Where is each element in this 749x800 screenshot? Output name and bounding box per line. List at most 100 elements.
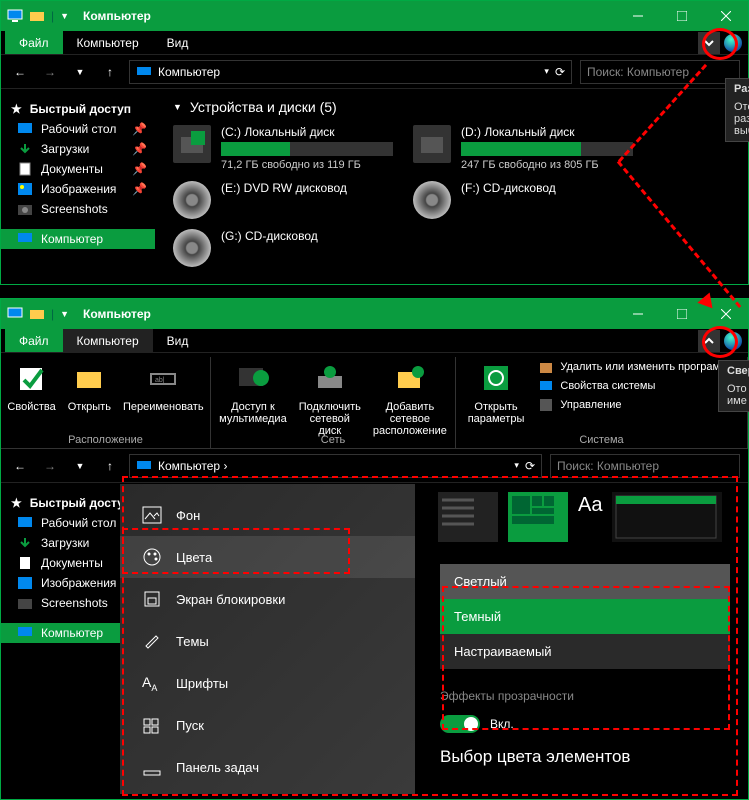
download-icon <box>17 536 33 550</box>
qat-dropdown-icon[interactable]: ▼ <box>60 11 69 21</box>
ribbon-open[interactable]: Открыть <box>64 357 115 446</box>
monitor-icon <box>17 626 33 640</box>
ribbon-uninstall[interactable]: Удалить или изменить программу <box>538 359 733 375</box>
menu-file[interactable]: Файл <box>5 31 63 54</box>
sidebar-downloads[interactable]: Загрузки📌 <box>1 139 155 159</box>
menubar: Файл Компьютер Вид <box>1 329 748 353</box>
ribbon-netdrive[interactable]: Подключить сетевой диск <box>295 357 365 446</box>
search-placeholder: Поиск: Компьютер <box>587 65 689 79</box>
breadcrumb[interactable]: Компьютер <box>158 65 220 79</box>
settings-fonts[interactable]: AAШрифты <box>120 662 415 705</box>
help-icon[interactable] <box>724 34 742 52</box>
sidebar-quick-access[interactable]: ★Быстрый доступ <box>1 99 155 119</box>
drive-d[interactable]: (D:) Локальный диск 247 ГБ свободно из 8… <box>413 125 633 171</box>
preview-window <box>612 492 722 542</box>
tool-icon <box>538 397 554 413</box>
checkmark-icon <box>13 359 51 397</box>
taskbar-icon <box>142 759 162 777</box>
close-button[interactable] <box>704 1 748 31</box>
settings-start[interactable]: Пуск <box>120 705 415 747</box>
breadcrumb[interactable]: Компьютер › <box>158 459 227 473</box>
ribbon-manage[interactable]: Управление <box>538 397 733 413</box>
settings-themes[interactable]: Темы <box>120 620 415 662</box>
address-field[interactable]: Компьютер ▾ ⟳ <box>129 60 572 84</box>
search-box[interactable]: Поиск: Компьютер <box>550 454 740 478</box>
chevron-down-icon[interactable]: ▾ <box>514 460 519 471</box>
color-preview-panel: Aa Светлый Темный Настраиваемый Эффекты … <box>430 484 740 794</box>
settings-background[interactable]: Фон <box>120 494 415 536</box>
color-mode-group: Светлый Темный Настраиваемый <box>440 564 730 669</box>
drive-e[interactable]: (E:) DVD RW дисковод <box>173 181 393 219</box>
drive-f[interactable]: (F:) CD-дисковод <box>413 181 633 219</box>
refresh-icon[interactable]: ⟳ <box>525 459 535 473</box>
settings-lockscreen[interactable]: Экран блокировки <box>120 578 415 620</box>
star-icon: ★ <box>11 102 22 116</box>
nav-history-dropdown[interactable]: ▼ <box>69 455 91 477</box>
titlebar[interactable]: | ▼ Компьютер <box>1 299 748 329</box>
ribbon-addnet[interactable]: Добавить сетевое расположение <box>369 357 451 446</box>
ribbon-open-settings[interactable]: Открыть параметры <box>464 357 529 446</box>
window-title: Компьютер <box>83 9 151 23</box>
desktop-icon <box>17 122 33 136</box>
drive-c[interactable]: (C:) Локальный диск 71,2 ГБ свободно из … <box>173 125 393 171</box>
help-icon[interactable] <box>724 332 742 350</box>
nav-forward-button[interactable]: → <box>39 455 61 477</box>
font-icon: AA <box>142 674 162 693</box>
search-box[interactable]: Поиск: Компьютер <box>580 60 740 84</box>
settings-colors[interactable]: Цвета <box>120 536 415 578</box>
menu-computer[interactable]: Компьютер <box>63 31 153 54</box>
transparency-toggle[interactable] <box>440 715 480 733</box>
ribbon-rename[interactable]: ab|Переименовать <box>119 357 208 446</box>
sidebar-computer[interactable]: Компьютер <box>1 229 155 249</box>
ribbon-media[interactable]: Доступ к мультимедиа <box>215 357 291 446</box>
color-option-dark[interactable]: Темный <box>440 599 730 634</box>
color-option-custom[interactable]: Настраиваемый <box>440 634 730 669</box>
sidebar-screenshots[interactable]: Screenshots <box>1 199 155 219</box>
chevron-down-icon: ▼ <box>173 102 182 112</box>
section-header[interactable]: ▼Устройства и диски (5) <box>173 99 730 115</box>
color-section-header: Выбор цвета элементов <box>430 739 740 771</box>
monitor-icon <box>136 65 152 79</box>
refresh-icon[interactable]: ⟳ <box>555 65 565 79</box>
titlebar[interactable]: | ▼ Компьютер <box>1 1 748 31</box>
camera-icon <box>17 596 33 610</box>
drive-icon <box>173 125 211 163</box>
monitor-icon <box>7 307 23 321</box>
nav-up-button[interactable]: ↑ <box>99 61 121 83</box>
rename-icon: ab| <box>144 359 182 397</box>
settings-taskbar[interactable]: Панель задач <box>120 747 415 789</box>
ribbon-collapse-toggle[interactable] <box>698 32 720 54</box>
ribbon-properties[interactable]: Свойства <box>3 357 59 446</box>
sidebar-documents[interactable]: Документы📌 <box>1 159 155 179</box>
ribbon-sysprops[interactable]: Свойства системы <box>538 378 733 394</box>
toggle-state: Вкл. <box>490 717 514 731</box>
menu-view[interactable]: Вид <box>153 329 203 352</box>
sidebar-pictures[interactable]: Изображения📌 <box>1 179 155 199</box>
nav-back-button[interactable]: ← <box>9 61 31 83</box>
address-field[interactable]: Компьютер › ▾ ⟳ <box>129 454 542 478</box>
nav-history-dropdown[interactable]: ▼ <box>69 61 91 83</box>
qat-dropdown-icon[interactable]: ▼ <box>60 309 69 319</box>
gear-icon <box>477 359 515 397</box>
nav-back-button[interactable]: ← <box>9 455 31 477</box>
minimize-button[interactable] <box>616 1 660 31</box>
sidebar-desktop[interactable]: Рабочий стол📌 <box>1 119 155 139</box>
color-option-light[interactable]: Светлый <box>440 564 730 599</box>
image-icon <box>142 506 162 524</box>
menu-view[interactable]: Вид <box>153 31 203 54</box>
window-title: Компьютер <box>83 307 151 321</box>
nav-up-button[interactable]: ↑ <box>99 455 121 477</box>
maximize-button[interactable] <box>660 1 704 31</box>
chevron-down-icon[interactable]: ▾ <box>544 66 549 77</box>
svg-text:ab|: ab| <box>155 377 165 384</box>
menu-computer[interactable]: Компьютер <box>63 329 153 352</box>
ribbon-collapse-toggle[interactable] <box>698 330 720 352</box>
address-bar: ← → ▼ ↑ Компьютер › ▾ ⟳ Поиск: Компьютер <box>1 449 748 483</box>
minimize-button[interactable] <box>616 299 660 329</box>
star-icon: ★ <box>11 496 22 510</box>
menu-file[interactable]: Файл <box>5 329 63 352</box>
tooltip-expand: Разве Ото раз выб <box>725 78 749 142</box>
nav-forward-button[interactable]: → <box>39 61 61 83</box>
lock-icon <box>142 590 162 608</box>
drive-g[interactable]: (G:) CD-дисковод <box>173 229 393 267</box>
